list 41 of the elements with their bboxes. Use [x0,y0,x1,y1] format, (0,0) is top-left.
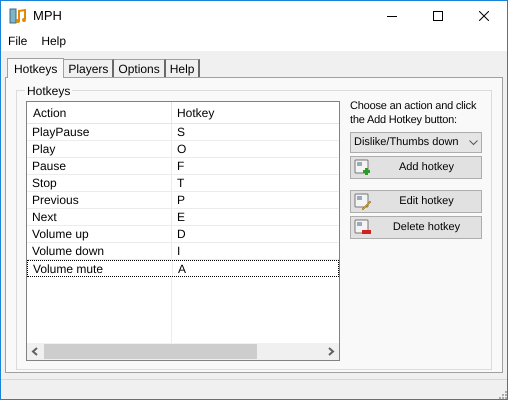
tab[interactable]: Hotkeys [7,58,64,78]
tab[interactable]: Help [166,59,200,77]
table-cell: Volume down [27,243,172,259]
table-cell: Volume mute [28,261,173,276]
table-cell-text: T [176,175,184,192]
table-cell: PlayPause [27,124,172,140]
table-row[interactable]: Next E [27,209,339,226]
table-cell-text: O [176,141,186,158]
column-header[interactable]: Hotkey [172,104,214,122]
table-row[interactable]: Play O [27,141,339,158]
table-cell: Pause [27,158,172,174]
window-title: MPH [33,7,62,26]
table-row[interactable]: Previous P [27,192,339,209]
instruction-text: Choose an action and click the Add Hotkey button: [350,99,478,127]
table-row[interactable]: Pause F [27,158,339,175]
menu-item[interactable]: File [1,32,34,50]
table-row[interactable]: Volume down I [27,243,339,260]
table-cell-text: F [176,158,184,175]
table-cell: Play [27,141,172,157]
hotkey-button[interactable]: Add hotkey [350,156,482,179]
table-row[interactable]: PlayPause S [27,124,339,141]
table-cell: Next [27,209,172,225]
table-cell-text: D [176,226,186,243]
tab[interactable]: Options [114,59,166,77]
table-cell-text: A [177,260,186,278]
column-header[interactable]: Action [27,102,172,123]
table-row[interactable]: Stop T [27,175,339,192]
table-cell: Previous [27,192,172,208]
action-dropdown[interactable]: Dislike/Thumbs down [350,132,482,153]
table-cell-text: I [176,243,180,260]
table-cell-text: P [176,192,186,209]
menu-item[interactable]: Help [34,32,74,50]
table-cell: Stop [27,175,172,191]
table-row[interactable]: Volume up D [27,226,339,243]
tab[interactable]: Players [64,59,114,77]
table-cell: Volume up [27,226,172,242]
hotkey-button[interactable]: Delete hotkey [350,216,482,239]
table-cell-text: S [176,124,186,141]
table-row[interactable]: Volume mute A [27,260,339,277]
hotkey-button[interactable]: Edit hotkey [350,190,482,213]
table-cell-text: E [176,209,186,226]
